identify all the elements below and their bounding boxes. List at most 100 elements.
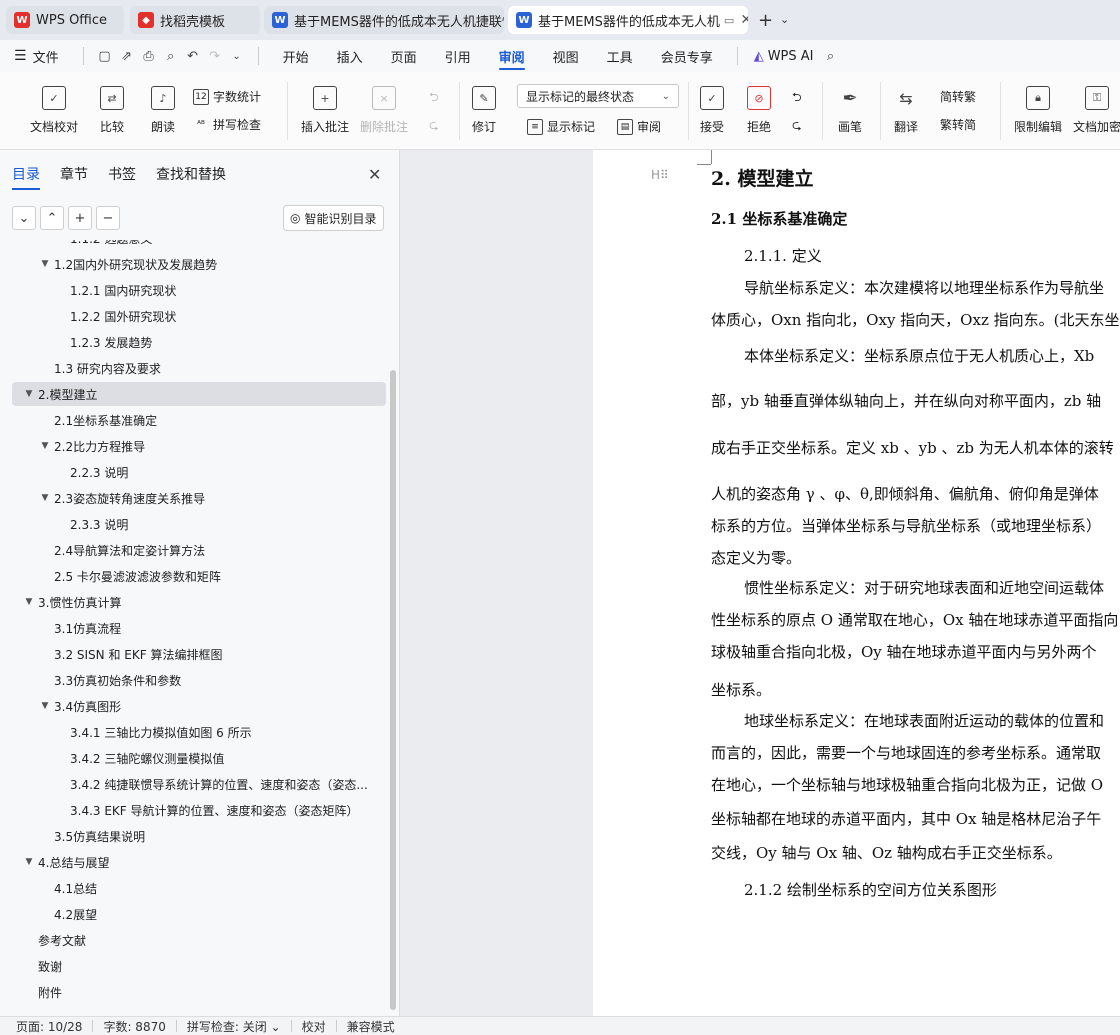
redo-icon[interactable]: ↷ [204, 45, 226, 67]
spell-check-button[interactable]: ᴬᴮ 拼写检查 [193, 116, 261, 133]
toc-item[interactable]: 3.1仿真流程 [12, 616, 386, 640]
word-count[interactable]: 字数: 8870 [93, 1018, 175, 1035]
toc-item[interactable]: ▼ 1.2国内外研究现状及发展趋势 [12, 252, 386, 276]
toc-item[interactable]: ▼ 2.3姿态旋转角速度关系推导 [12, 486, 386, 510]
doc-encrypt-button[interactable]: ⚿ 文档加密 [1073, 86, 1120, 135]
tab-bookmarks[interactable]: 书签 [108, 164, 136, 190]
heading-style-icon[interactable]: H⠿ [651, 168, 669, 182]
page-count[interactable]: 页面: 10/28 [0, 1018, 92, 1035]
review-pane-button[interactable]: ▤ 审阅 [617, 118, 661, 135]
accept-button[interactable]: ✓ 接受 [700, 86, 724, 135]
file-menu[interactable]: ☰ 文件 [0, 40, 73, 72]
compare-button[interactable]: ⇄ 比较 [100, 86, 124, 135]
undo-icon[interactable]: ↶ [182, 45, 204, 67]
wps-ai-button[interactable]: ◭ WPS AI [748, 40, 820, 72]
to-simplified-button[interactable]: 繁转简 [940, 116, 976, 133]
tab-find-replace[interactable]: 查找和替换 [156, 164, 226, 190]
expand-up-button[interactable]: ⌃ [40, 206, 64, 230]
menu-tab-insert[interactable]: 插入 [323, 40, 377, 72]
add-heading-button[interactable]: + [68, 206, 92, 230]
toc-item[interactable]: 2.2.3 说明 [12, 460, 386, 484]
new-tab-icon[interactable]: + [758, 10, 773, 31]
tab-document-2-active[interactable]: W 基于MEMS器件的低成本无人机 ▭ ✕ [508, 6, 748, 34]
expand-toggle-icon[interactable]: ▼ [38, 259, 52, 269]
print-icon[interactable]: ⎙ [138, 45, 160, 67]
toc-item[interactable]: 3.5仿真结果说明 [12, 824, 386, 848]
toc-item[interactable]: ▼ 4.总结与展望 [12, 850, 386, 874]
menu-tab-page[interactable]: 页面 [377, 40, 431, 72]
show-markup-button[interactable]: ≡ 显示标记 [527, 118, 595, 135]
translate-button[interactable]: ⇆ 翻译 [894, 86, 918, 135]
toc-item[interactable]: 1.2.2 国外研究现状 [12, 304, 386, 328]
toc-item[interactable]: ▼ 2.模型建立 [12, 382, 386, 406]
smart-toc-button[interactable]: ◎ 智能识别目录 [283, 205, 384, 231]
quick-access-chevron-icon[interactable]: ⌄ [226, 45, 248, 67]
toc-item[interactable]: 附件 [12, 980, 386, 1004]
print-preview-icon[interactable]: ⌕ [160, 45, 182, 67]
toc-item[interactable]: 3.2 SISN 和 EKF 算法编排框图 [12, 642, 386, 666]
toc-item[interactable]: 3.4.2 纯捷联惯导系统计算的位置、速度和姿态（姿态... [12, 772, 386, 796]
menu-tab-view[interactable]: 视图 [539, 40, 593, 72]
word-count-button[interactable]: 12 字数统计 [193, 88, 261, 105]
toc-item[interactable]: 1.2.3 发展趋势 [12, 330, 386, 354]
markup-state-select[interactable]: 显示标记的最终状态 ⌄ [517, 84, 679, 108]
menu-tab-tools[interactable]: 工具 [593, 40, 647, 72]
close-pane-icon[interactable]: ✕ [368, 165, 381, 184]
toc-item[interactable]: 2.1坐标系基准确定 [12, 408, 386, 432]
insert-comment-button[interactable]: + 插入批注 [301, 86, 349, 135]
tab-list-chevron-icon[interactable]: ⌄ [780, 13, 789, 26]
toc-item[interactable]: 4.1总结 [12, 876, 386, 900]
pane-scrollbar[interactable] [390, 370, 396, 1010]
toc-item[interactable]: 2.3.3 说明 [12, 512, 386, 536]
doc-check-button[interactable]: ✓ 文档校对 [30, 86, 78, 135]
toc-item[interactable]: ▼ 2.2比力方程推导 [12, 434, 386, 458]
share-icon[interactable]: ⇗ [116, 45, 138, 67]
reject-button[interactable]: ⊘ 拒绝 [747, 86, 771, 135]
expand-toggle-icon[interactable]: ▼ [38, 441, 52, 451]
next-comment-icon[interactable]: ⮎ [429, 116, 439, 137]
menu-tab-review[interactable]: 审阅 [485, 40, 539, 72]
toc-item[interactable]: 3.4.1 三轴比力模拟值如图 6 所示 [12, 720, 386, 744]
read-aloud-button[interactable]: ♪ 朗读 [151, 86, 175, 135]
toc-item[interactable]: 2.5 卡尔曼滤波滤波参数和矩阵 [12, 564, 386, 588]
menu-tab-reference[interactable]: 引用 [431, 40, 485, 72]
prev-change-icon[interactable]: ⮌ [792, 88, 802, 109]
collapse-all-button[interactable]: ⌄ [12, 206, 36, 230]
expand-toggle-icon[interactable]: ▼ [22, 597, 36, 607]
tab-document-1[interactable]: W 基于MEMS器件的低成本无人机捷联惯 [264, 6, 504, 34]
restrict-edit-button[interactable]: 🔒︎ 限制编辑 [1014, 86, 1062, 135]
toc-item[interactable]: 4.2展望 [12, 902, 386, 926]
tab-docer-templates[interactable]: ◆ 找稻壳模板 [130, 6, 260, 34]
expand-toggle-icon[interactable]: ▼ [38, 701, 52, 711]
screen-icon[interactable]: ▭ [724, 14, 734, 27]
menu-tab-member[interactable]: 会员专享 [647, 40, 727, 72]
close-tab-icon[interactable]: ✕ [734, 12, 748, 28]
tab-wps-office[interactable]: W WPS Office [6, 6, 124, 34]
expand-toggle-icon[interactable]: ▼ [38, 493, 52, 503]
expand-toggle-icon[interactable]: ▼ [22, 857, 36, 867]
spell-check-status[interactable]: 拼写检查: 关闭 ⌄ [177, 1018, 291, 1035]
revise-button[interactable]: ✎ 修订 [472, 86, 496, 135]
toc-item[interactable]: ▼ 3.4仿真图形 [12, 694, 386, 718]
remove-heading-button[interactable]: − [96, 206, 120, 230]
toc-item[interactable]: 1.1.2 选题意义 [12, 240, 386, 250]
search-icon[interactable]: ⌕ [820, 45, 842, 67]
toc-item[interactable]: 3.4.2 三轴陀螺仪测量模拟值 [12, 746, 386, 770]
pen-button[interactable]: ✒ 画笔 [838, 86, 862, 135]
tab-sections[interactable]: 章节 [60, 164, 88, 190]
to-traditional-button[interactable]: 简转繁 [940, 88, 976, 105]
toc-item[interactable]: 1.3 研究内容及要求 [12, 356, 386, 380]
new-doc-icon[interactable]: ▢ [94, 45, 116, 67]
toc-item[interactable]: 3.4.3 EKF 导航计算的位置、速度和姿态（姿态矩阵） [12, 798, 386, 822]
prev-comment-icon[interactable]: ⮌ [429, 88, 439, 109]
proofread-status[interactable]: 校对 [292, 1018, 336, 1035]
delete-comment-button[interactable]: × 删除批注 [360, 86, 408, 135]
toc-item[interactable]: 2.4导航算法和定姿计算方法 [12, 538, 386, 562]
menu-tab-start[interactable]: 开始 [269, 40, 323, 72]
toc-item[interactable]: 3.3仿真初始条件和参数 [12, 668, 386, 692]
next-change-icon[interactable]: ⮎ [792, 116, 802, 137]
toc-item[interactable]: 致谢 [12, 954, 386, 978]
expand-toggle-icon[interactable]: ▼ [22, 389, 36, 399]
document-page[interactable]: H⠿ 2. 模型建立 2.1 坐标系基准确定 2.1.1. 定义 导航坐标系定义… [593, 150, 1120, 1016]
toc-item[interactable]: ▼ 3.惯性仿真计算 [12, 590, 386, 614]
